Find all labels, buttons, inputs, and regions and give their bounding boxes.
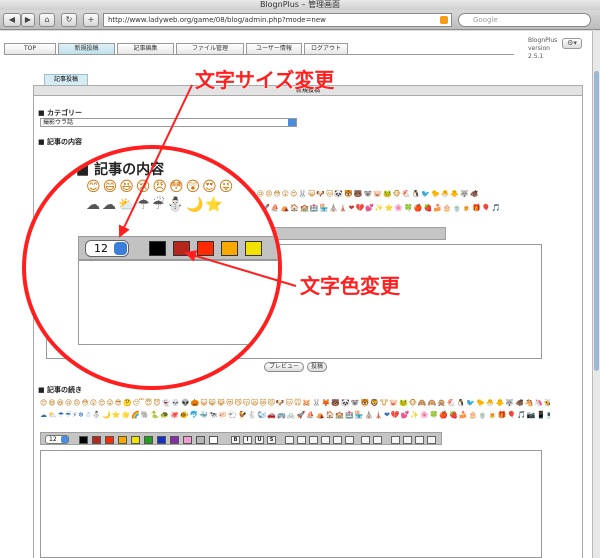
reload-icon[interactable]: ↻ <box>61 13 77 27</box>
category-select[interactable]: 撮影ウラ話 <box>40 118 297 127</box>
category-label: ■ カテゴリー <box>38 109 83 117</box>
color-swatch-1[interactable] <box>92 436 101 444</box>
zoom-emoji-row-1[interactable]: 😊😄😆😢😠😳😲😍😜 <box>86 179 235 195</box>
zoom-textarea[interactable] <box>78 260 278 345</box>
continue-font-size-value: 12 <box>49 436 57 443</box>
chevron-down-icon <box>114 242 127 255</box>
continue-emoji-row-1[interactable]: 😊😄😆😢😠😳😲😍😜😎🤔😴😇😈👻💀👽🎃😺😸😹😻😼😽🙀😿😾🐶🐱🐭🐹🐰🦊🐻🐼🐨🐯🦁🐮🐷… <box>40 398 550 408</box>
emoji-row-2[interactable]: 🚗🚌🚲🚀⛵⛺🏠🏫🏥🏪⛪🗼❤💔💕✨⭐🌸🍀🍎🍓🍰🎂🍵🍺🎁🎈🎵 <box>232 203 552 213</box>
toolbar-icon-6[interactable] <box>361 436 370 444</box>
preview-button[interactable]: プレビュー <box>264 362 304 372</box>
nav-divider <box>4 54 514 55</box>
forward-icon[interactable]: ▶ <box>21 13 35 27</box>
annotation-font-size: 文字サイズ変更 <box>194 68 335 93</box>
color-swatch-5[interactable] <box>144 436 153 444</box>
continue-font-size-select[interactable]: 12 <box>45 435 69 444</box>
nav-tab-4[interactable]: ユーザー情報 <box>246 43 302 54</box>
toolbar-icon-8[interactable] <box>391 436 400 444</box>
gear-icon[interactable]: ⚙▾ <box>562 38 582 49</box>
color-swatch-8[interactable] <box>183 436 192 444</box>
home-icon[interactable]: ⌂ <box>39 13 55 27</box>
rss-icon[interactable] <box>440 16 448 24</box>
content-label-small: ■ 記事の内容 <box>38 138 83 146</box>
color-swatch-yellow[interactable] <box>245 241 262 256</box>
scrollbar-thumb[interactable] <box>594 71 599 371</box>
chevron-down-icon <box>61 436 68 443</box>
version-label: version <box>528 45 550 52</box>
toolbar-icon-2[interactable] <box>309 436 318 444</box>
submit-button[interactable]: 投稿 <box>307 362 327 372</box>
color-swatch-red[interactable] <box>197 241 214 256</box>
address-bar[interactable]: http://www.ladyweb.org/game/08/blog/admi… <box>103 13 452 27</box>
format-button-b[interactable]: B <box>231 436 240 444</box>
continue-emoji-row-2[interactable]: ☁⛅☂☔⚡❄☃⛄🌙⭐🌟🌈🐘🐍🐢🐙🐠🐬🐳🐄🐖🐑🐓🐇🐿🚗🚌🚲🚀⛵⛺🏠🏫🏥🏪⛪🗼❤💔💕… <box>40 410 550 420</box>
toolbar-icon-11[interactable] <box>427 436 436 444</box>
format-button-i[interactable]: I <box>243 436 252 444</box>
nav-tab-1[interactable]: 新規投稿 <box>58 43 115 54</box>
font-size-select[interactable]: 12 <box>85 240 129 257</box>
nav-tab-0[interactable]: TOP <box>4 43 56 54</box>
color-swatch-2[interactable] <box>105 436 114 444</box>
form-tab[interactable]: 記事投稿 <box>44 74 88 85</box>
emoji-row-1[interactable]: 😊😄😆😢😠😳😲😍🐰😺🐶🐱🐼🐯🐻🐨🐷🐸🐵🐔🐧🐦🐤🐣🐥🐺🐗 <box>232 189 552 199</box>
scrollbar[interactable] <box>592 31 600 558</box>
annotation-font-color: 文字色変更 <box>300 274 401 299</box>
nav-tab-5[interactable]: ログアウト <box>304 43 348 54</box>
format-button-s[interactable]: S <box>267 436 276 444</box>
color-swatch-7[interactable] <box>170 436 179 444</box>
category-value: 撮影ウラ話 <box>43 119 74 126</box>
toolbar-icon-5[interactable] <box>345 436 354 444</box>
nav-tab-2[interactable]: 記事編集 <box>117 43 174 54</box>
toolbar-icon-10[interactable] <box>415 436 424 444</box>
toolbar-icon-7[interactable] <box>373 436 382 444</box>
content-label: ■ 記事の内容 <box>76 162 165 178</box>
title-input[interactable] <box>221 155 278 167</box>
nav-tab-3[interactable]: ファイル管理 <box>176 43 244 54</box>
version-number: 2.5.1 <box>528 53 544 60</box>
color-swatch-darkred[interactable] <box>173 241 190 256</box>
browser-toolbar: ◀ ▶ ⌂ ↻ + http://www.ladyweb.org/game/08… <box>0 10 600 30</box>
version-name: BlognPlus <box>528 37 558 44</box>
color-swatch-black[interactable] <box>149 241 166 256</box>
color-swatch-orange[interactable] <box>221 241 238 256</box>
toolbar-icon-1[interactable] <box>297 436 306 444</box>
address-url: http://www.ladyweb.org/game/08/blog/admi… <box>108 16 326 24</box>
chevron-down-icon <box>288 119 296 126</box>
color-swatch-0[interactable] <box>79 436 88 444</box>
format-button-u[interactable]: U <box>255 436 264 444</box>
continue-label: ■ 記事の続き <box>38 386 83 394</box>
toolbar-icon-0[interactable] <box>285 436 294 444</box>
window-title: BlognPlus – 管理画面 <box>0 0 600 10</box>
color-swatch-10[interactable] <box>209 436 218 444</box>
back-icon[interactable]: ◀ <box>3 13 21 27</box>
format-toolbar: 12 <box>78 236 278 260</box>
toolbar-icon-3[interactable] <box>321 436 330 444</box>
add-bookmark-button[interactable]: + <box>83 13 99 27</box>
font-size-value: 12 <box>94 242 108 255</box>
version-info: BlognPlus version 2.5.1 <box>528 37 557 61</box>
continue-textarea[interactable] <box>40 450 542 558</box>
zoom-emoji-row-2[interactable]: ☁☁⛅☂☔⛄🌙⭐ <box>86 197 225 213</box>
search-input[interactable]: Google <box>458 13 591 27</box>
color-swatch-4[interactable] <box>131 436 140 444</box>
color-swatch-9[interactable] <box>196 436 205 444</box>
continue-format-toolbar: 12 BIUS <box>40 432 442 445</box>
color-swatch-6[interactable] <box>157 436 166 444</box>
zoom-callout: ■ 記事の内容 😊😄😆😢😠😳😲😍😜 ☁☁⛅☂☔⛄🌙⭐ 12 <box>22 145 282 390</box>
toolbar-icon-9[interactable] <box>403 436 412 444</box>
toolbar-icon-4[interactable] <box>333 436 342 444</box>
color-swatch-3[interactable] <box>118 436 127 444</box>
